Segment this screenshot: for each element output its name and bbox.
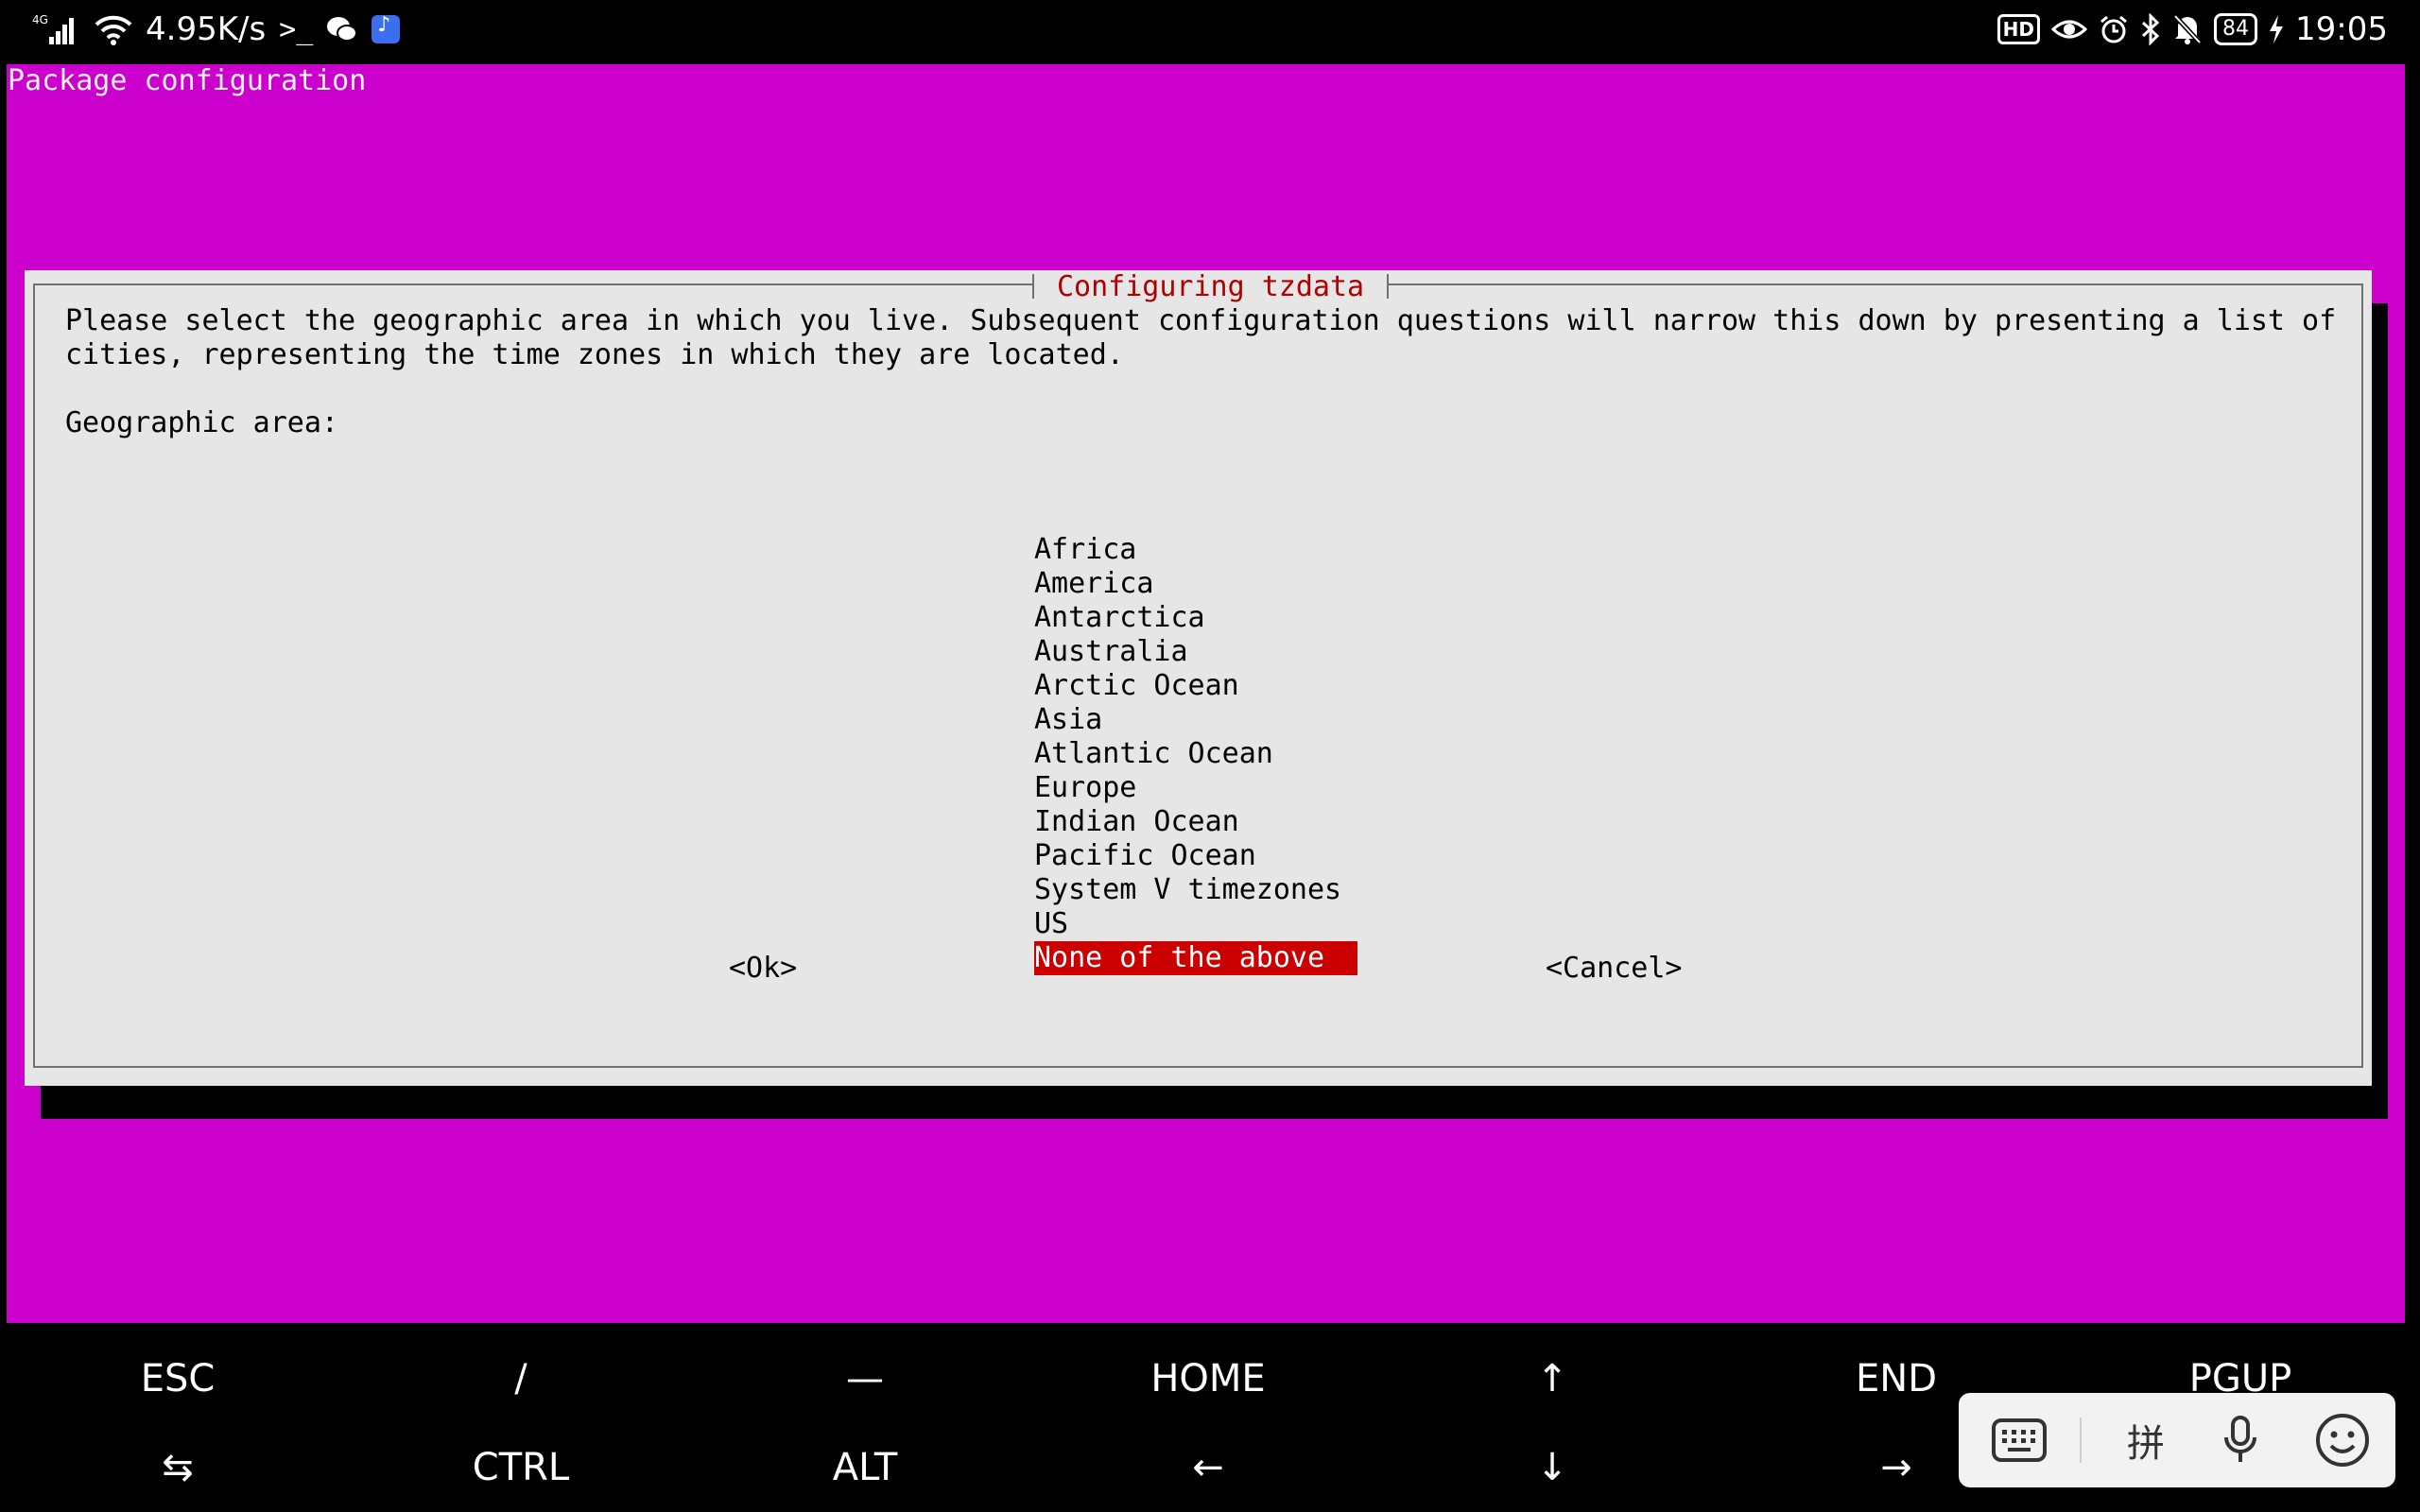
network-speed: 4.95K/s bbox=[146, 10, 267, 48]
list-item-africa[interactable]: Africa bbox=[1034, 533, 1357, 567]
ime-toolbar: 拼 bbox=[1959, 1393, 2395, 1487]
list-item-america[interactable]: America bbox=[1034, 567, 1357, 601]
terminal-title: Package configuration bbox=[8, 64, 367, 97]
key-slash[interactable]: / bbox=[349, 1350, 693, 1407]
dialog-title: Configuring tzdata bbox=[1032, 270, 1390, 304]
key-home[interactable]: HOME bbox=[1036, 1350, 1380, 1407]
mute-icon bbox=[2172, 13, 2203, 45]
ok-button[interactable]: <Ok> bbox=[729, 952, 797, 986]
geographic-area-prompt: Geographic area: bbox=[65, 406, 338, 439]
emoji-icon[interactable] bbox=[2290, 1393, 2395, 1487]
geographic-area-list[interactable]: Africa America Antarctica Australia Arct… bbox=[1034, 533, 1357, 975]
status-bar: 4G 4.95K/s >_ HD bbox=[0, 0, 2420, 64]
list-item-arctic-ocean[interactable]: Arctic Ocean bbox=[1034, 669, 1357, 703]
signal-icon: 4G bbox=[32, 12, 81, 46]
list-item-system-v-timezones[interactable]: System V timezones bbox=[1034, 873, 1357, 907]
list-item-us[interactable]: US bbox=[1034, 907, 1357, 941]
music-app-icon bbox=[372, 13, 401, 43]
keyboard-icon[interactable] bbox=[1959, 1393, 2080, 1487]
list-item-pacific-ocean[interactable]: Pacific Ocean bbox=[1034, 839, 1357, 873]
list-item-indian-ocean[interactable]: Indian Ocean bbox=[1034, 805, 1357, 839]
ime-separator bbox=[2080, 1418, 2082, 1463]
dialog-description-line2: cities, representing the time zones in w… bbox=[65, 338, 1124, 371]
charging-icon bbox=[2269, 15, 2284, 43]
dialog-description-line1: Please select the geographic area in whi… bbox=[65, 304, 2337, 337]
key-down-arrow[interactable]: ↓ bbox=[1380, 1439, 1724, 1496]
alarm-icon bbox=[2099, 14, 2129, 44]
list-item-antarctica[interactable]: Antarctica bbox=[1034, 601, 1357, 635]
list-item-none-of-the-above[interactable]: None of the above bbox=[1034, 941, 1357, 975]
terminal-icon: >_ bbox=[279, 12, 314, 46]
key-esc[interactable]: ESC bbox=[6, 1350, 350, 1407]
terminal-screen[interactable]: Package configuration Configuring tzdata… bbox=[7, 64, 2405, 1323]
eye-icon bbox=[2051, 16, 2088, 43]
key-ctrl[interactable]: CTRL bbox=[349, 1439, 693, 1496]
bluetooth-icon bbox=[2140, 13, 2161, 45]
battery-indicator: 84 bbox=[2214, 13, 2258, 45]
cancel-button[interactable]: <Cancel> bbox=[1546, 952, 1683, 986]
list-item-atlantic-ocean[interactable]: Atlantic Ocean bbox=[1034, 737, 1357, 771]
list-item-asia[interactable]: Asia bbox=[1034, 703, 1357, 737]
tzdata-dialog: Configuring tzdata Please select the geo… bbox=[25, 270, 2372, 1086]
key-left-arrow[interactable]: ← bbox=[1036, 1439, 1380, 1496]
pinyin-icon[interactable]: 拼 bbox=[2100, 1393, 2191, 1487]
key-tab[interactable]: ⇆ bbox=[6, 1439, 350, 1496]
microphone-icon[interactable] bbox=[2195, 1393, 2286, 1487]
list-item-europe[interactable]: Europe bbox=[1034, 771, 1357, 805]
wifi-icon bbox=[95, 13, 132, 45]
hd-badge: HD bbox=[1996, 14, 2041, 44]
svg-text:4G: 4G bbox=[32, 13, 48, 26]
key-dash[interactable]: — bbox=[693, 1350, 1037, 1407]
list-item-australia[interactable]: Australia bbox=[1034, 635, 1357, 669]
clock: 19:05 bbox=[2295, 10, 2388, 48]
key-alt[interactable]: ALT bbox=[693, 1439, 1037, 1496]
key-up-arrow[interactable]: ↑ bbox=[1380, 1350, 1724, 1407]
wechat-icon bbox=[326, 15, 358, 43]
